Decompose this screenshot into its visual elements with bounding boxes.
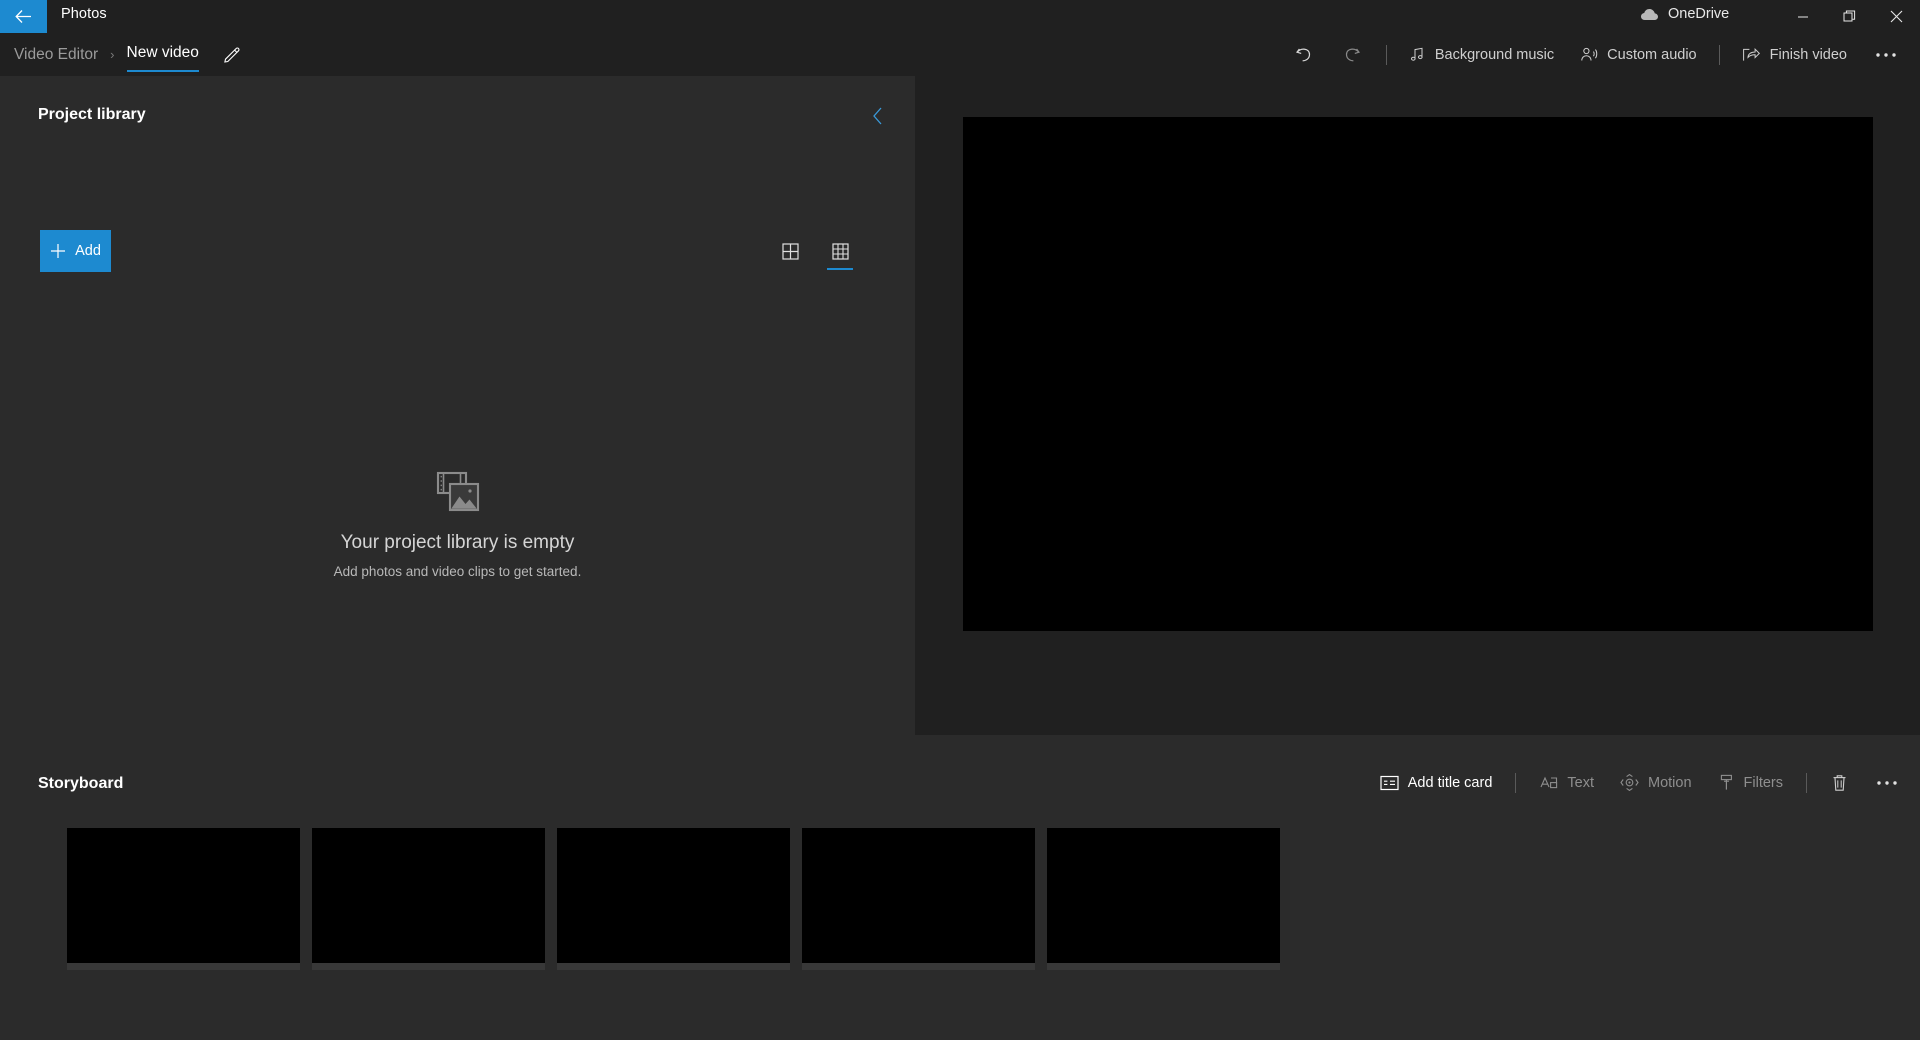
grid-small-view-button[interactable] <box>820 231 860 271</box>
cloud-icon <box>1640 8 1659 21</box>
title-card-icon <box>1380 775 1399 791</box>
finish-video-button[interactable]: Finish video <box>1731 39 1858 70</box>
music-note-icon <box>1409 46 1426 63</box>
text-icon <box>1539 775 1558 791</box>
custom-audio-button[interactable]: Custom audio <box>1569 39 1707 70</box>
breadcrumb-video-editor[interactable]: Video Editor <box>12 46 100 64</box>
clip-footer <box>67 963 300 970</box>
add-media-button[interactable]: Add <box>40 230 111 272</box>
app-title: Photos <box>61 6 107 22</box>
close-button[interactable] <box>1873 0 1920 33</box>
command-bar: Video Editor › New video Background musi… <box>0 33 1920 76</box>
video-preview-surface[interactable] <box>963 117 1873 631</box>
clip-thumbnail <box>312 828 545 963</box>
storyboard-clip-4[interactable] <box>802 828 1035 970</box>
clip-footer <box>557 963 790 970</box>
background-music-label: Background music <box>1434 46 1555 63</box>
storyboard-clip-strip <box>0 828 1920 1018</box>
grid-large-view-button[interactable] <box>770 231 810 271</box>
clip-thumbnail <box>67 828 300 963</box>
more-horizontal-icon <box>1875 52 1897 58</box>
more-horizontal-icon <box>1876 780 1898 786</box>
back-arrow-icon <box>13 6 34 27</box>
filters-label: Filters <box>1743 774 1783 791</box>
clip-thumbnail <box>1047 828 1280 963</box>
text-button[interactable]: Text <box>1528 767 1605 798</box>
chevron-left-icon <box>871 106 885 126</box>
person-audio-icon <box>1580 46 1598 63</box>
window-controls <box>1779 0 1920 33</box>
rename-project-button[interactable] <box>219 42 245 68</box>
project-library-title: Project library <box>38 106 146 123</box>
add-title-card-label: Add title card <box>1407 774 1493 791</box>
library-empty-title: Your project library is empty <box>340 532 575 553</box>
more-options-button[interactable] <box>1862 39 1910 70</box>
command-separator-1 <box>1385 44 1387 65</box>
add-media-label: Add <box>75 243 101 259</box>
breadcrumb-separator: › <box>110 47 115 62</box>
grid-3x3-icon <box>831 242 849 260</box>
clip-footer <box>1047 963 1280 970</box>
close-icon <box>1890 10 1903 23</box>
delete-clip-button[interactable] <box>1819 767 1860 798</box>
breadcrumb-new-video[interactable]: New video <box>125 44 201 72</box>
restore-icon <box>1843 10 1856 23</box>
clip-footer <box>802 963 1035 970</box>
minimize-button[interactable] <box>1779 0 1826 33</box>
breadcrumb: Video Editor › New video <box>12 33 245 76</box>
title-bar: Photos OneDrive <box>0 0 1920 33</box>
undo-button[interactable] <box>1281 39 1326 70</box>
library-empty-state: Your project library is empty Add photos… <box>0 471 915 579</box>
storyboard-separator-2 <box>1806 772 1807 793</box>
text-label: Text <box>1567 774 1594 791</box>
background-music-button[interactable]: Background music <box>1398 39 1565 70</box>
clip-footer <box>312 963 545 970</box>
minimize-icon <box>1797 11 1809 23</box>
filters-button[interactable]: Filters <box>1707 767 1794 798</box>
maximize-button[interactable] <box>1826 0 1873 33</box>
grid-2x2-icon <box>781 242 799 260</box>
library-view-toggles <box>770 231 860 271</box>
trash-icon <box>1831 774 1848 792</box>
storyboard-clip-2[interactable] <box>312 828 545 970</box>
back-button[interactable] <box>0 0 47 33</box>
clip-thumbnail <box>802 828 1035 963</box>
storyboard-toolbar: Add title card Text Motion Filters <box>1367 761 1912 804</box>
motion-icon <box>1620 774 1639 791</box>
share-export-icon <box>1742 46 1761 63</box>
preview-panel: 0:00.00 0:00.00 <box>915 76 1920 780</box>
redo-button[interactable] <box>1330 39 1375 70</box>
collapse-library-button[interactable] <box>863 101 893 131</box>
storyboard-clip-5[interactable] <box>1047 828 1280 970</box>
pencil-icon <box>223 46 241 64</box>
motion-label: Motion <box>1647 774 1692 791</box>
storyboard-clip-1[interactable] <box>67 828 300 970</box>
onedrive-status[interactable]: OneDrive <box>1640 6 1729 22</box>
redo-icon <box>1343 45 1362 64</box>
command-separator-2 <box>1718 44 1720 65</box>
storyboard-title: Storyboard <box>38 775 124 792</box>
add-title-card-button[interactable]: Add title card <box>1369 767 1504 798</box>
filters-icon <box>1718 774 1735 791</box>
project-library-panel: Project library Add Your project library… <box>0 76 915 735</box>
custom-audio-label: Custom audio <box>1607 46 1697 63</box>
storyboard-more-options-button[interactable] <box>1864 767 1910 798</box>
motion-button[interactable]: Motion <box>1609 767 1703 798</box>
clip-thumbnail <box>557 828 790 963</box>
library-empty-subtitle: Add photos and video clips to get starte… <box>333 564 582 579</box>
finish-video-label: Finish video <box>1769 46 1847 63</box>
onedrive-label: OneDrive <box>1668 6 1730 22</box>
film-photo-icon <box>436 471 480 513</box>
plus-icon <box>50 243 66 259</box>
command-bar-actions: Background music Custom audio Finish vid… <box>1279 33 1912 76</box>
storyboard-separator-1 <box>1515 772 1517 793</box>
undo-icon <box>1294 45 1313 64</box>
storyboard-clip-3[interactable] <box>557 828 790 970</box>
